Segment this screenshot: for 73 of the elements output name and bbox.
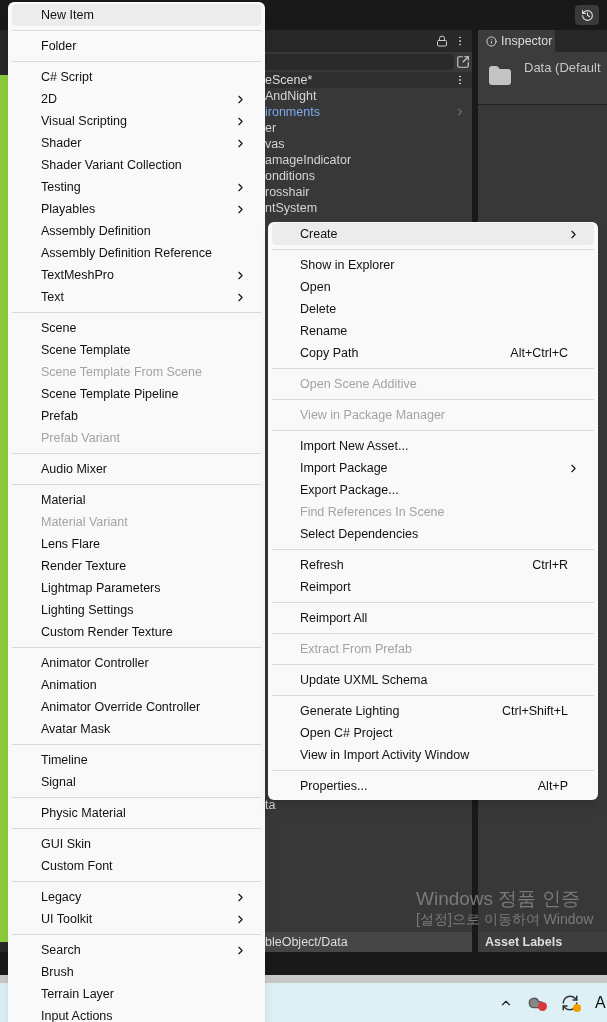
menu-item[interactable]: Testing (12, 176, 261, 198)
menu-item[interactable]: Export Package... (272, 479, 594, 501)
menu-item[interactable]: Select Dependencies (272, 523, 594, 545)
menu-item[interactable]: Legacy (12, 886, 261, 908)
menu-item[interactable]: Lightmap Parameters (12, 577, 261, 599)
menu-item[interactable]: Update UXML Schema (272, 669, 594, 691)
menu-item[interactable]: TextMeshPro (12, 264, 261, 286)
menu-item[interactable]: Assembly Definition Reference (12, 242, 261, 264)
activation-text: [설정]으로 이동하여 Window (416, 910, 594, 929)
menu-item[interactable]: View in Import Activity Window (272, 744, 594, 766)
menu-item[interactable]: Signal (12, 771, 261, 793)
hierarchy-item[interactable]: ta (265, 795, 276, 815)
menu-item[interactable]: Reimport All (272, 607, 594, 629)
menu-item[interactable]: Reimport (272, 576, 594, 598)
menu-item[interactable]: Import New Asset... (272, 435, 594, 457)
menu-item[interactable]: Rename (272, 320, 594, 342)
menu-item[interactable]: Search (12, 939, 261, 961)
menu-item[interactable]: Animator Override Controller (12, 696, 261, 718)
inspector-tab[interactable]: Inspector (478, 30, 555, 52)
lock-icon[interactable] (436, 35, 448, 47)
menu-item[interactable]: Physic Material (12, 802, 261, 824)
menu-item[interactable]: Visual Scripting (12, 110, 261, 132)
menu-item[interactable]: Animation (12, 674, 261, 696)
menu-item[interactable]: Render Texture (12, 555, 261, 577)
menu-item[interactable]: Terrain Layer (12, 983, 261, 1005)
menu-item[interactable]: Brush (12, 961, 261, 983)
menu-item[interactable]: Prefab (12, 405, 261, 427)
sync-icon[interactable] (561, 993, 581, 1012)
menu-item[interactable]: Open C# Project (272, 722, 594, 744)
menu-item[interactable]: Folder (12, 35, 261, 57)
info-icon (486, 35, 497, 47)
menu-item[interactable]: Scene Template (12, 339, 261, 361)
menu-item[interactable]: UI Toolkit (12, 908, 261, 930)
menu-item[interactable]: Import Package (272, 457, 594, 479)
history-icon (580, 8, 594, 22)
menu-item[interactable]: Show in Explorer (272, 254, 594, 276)
clock-text[interactable]: A (595, 990, 607, 1015)
menu-item[interactable]: Open (272, 276, 594, 298)
folder-icon (488, 64, 512, 88)
menu-item[interactable]: Refresh Ctrl+R (272, 554, 594, 576)
menu-item[interactable]: Timeline (12, 749, 261, 771)
menu-item[interactable]: Animator Controller (12, 652, 261, 674)
menu-item[interactable]: Create (272, 223, 594, 245)
menu-item[interactable]: Delete (272, 298, 594, 320)
menu-item[interactable]: Input Actions (12, 1005, 261, 1022)
menu-item[interactable]: Playables (12, 198, 261, 220)
menu-item[interactable]: Audio Mixer (12, 458, 261, 480)
menu-item[interactable]: Generate Lighting Ctrl+Shift+L (272, 700, 594, 722)
scene-search-icon[interactable] (456, 55, 470, 69)
menu-item[interactable]: Shader (12, 132, 261, 154)
menu-item[interactable]: Properties... Alt+P (272, 775, 594, 797)
asset-labels-bar: Asset Labels (478, 932, 607, 952)
menu-item[interactable]: Lens Flare (12, 533, 261, 555)
menu-item[interactable]: Custom Font (12, 855, 261, 877)
menu-item[interactable]: Shader Variant Collection (12, 154, 261, 176)
menu-item[interactable]: New Item (12, 4, 261, 26)
menu-item[interactable]: Custom Render Texture (12, 621, 261, 643)
search-field[interactable] (265, 54, 454, 70)
menu-item[interactable]: Copy Path Alt+Ctrl+C (272, 342, 594, 364)
path-bar: bleObject/Data (265, 932, 472, 952)
inspector-title: Data (Default (524, 59, 601, 77)
menu-item[interactable]: Scene (12, 317, 261, 339)
history-button[interactable] (575, 5, 599, 25)
menu-item[interactable]: 2D (12, 88, 261, 110)
menu-item[interactable]: C# Script (12, 66, 261, 88)
menu-item[interactable]: Material (12, 489, 261, 511)
menu-item[interactable]: Text (12, 286, 261, 308)
menu-item[interactable]: Lighting Settings (12, 599, 261, 621)
menu-item[interactable]: GUI Skin (12, 833, 261, 855)
menu-item[interactable]: Assembly Definition (12, 220, 261, 242)
activation-title: Windows 정품 인증 (416, 887, 581, 911)
menu-item[interactable]: Avatar Mask (12, 718, 261, 740)
menu-item[interactable]: Scene Template Pipeline (12, 383, 261, 405)
